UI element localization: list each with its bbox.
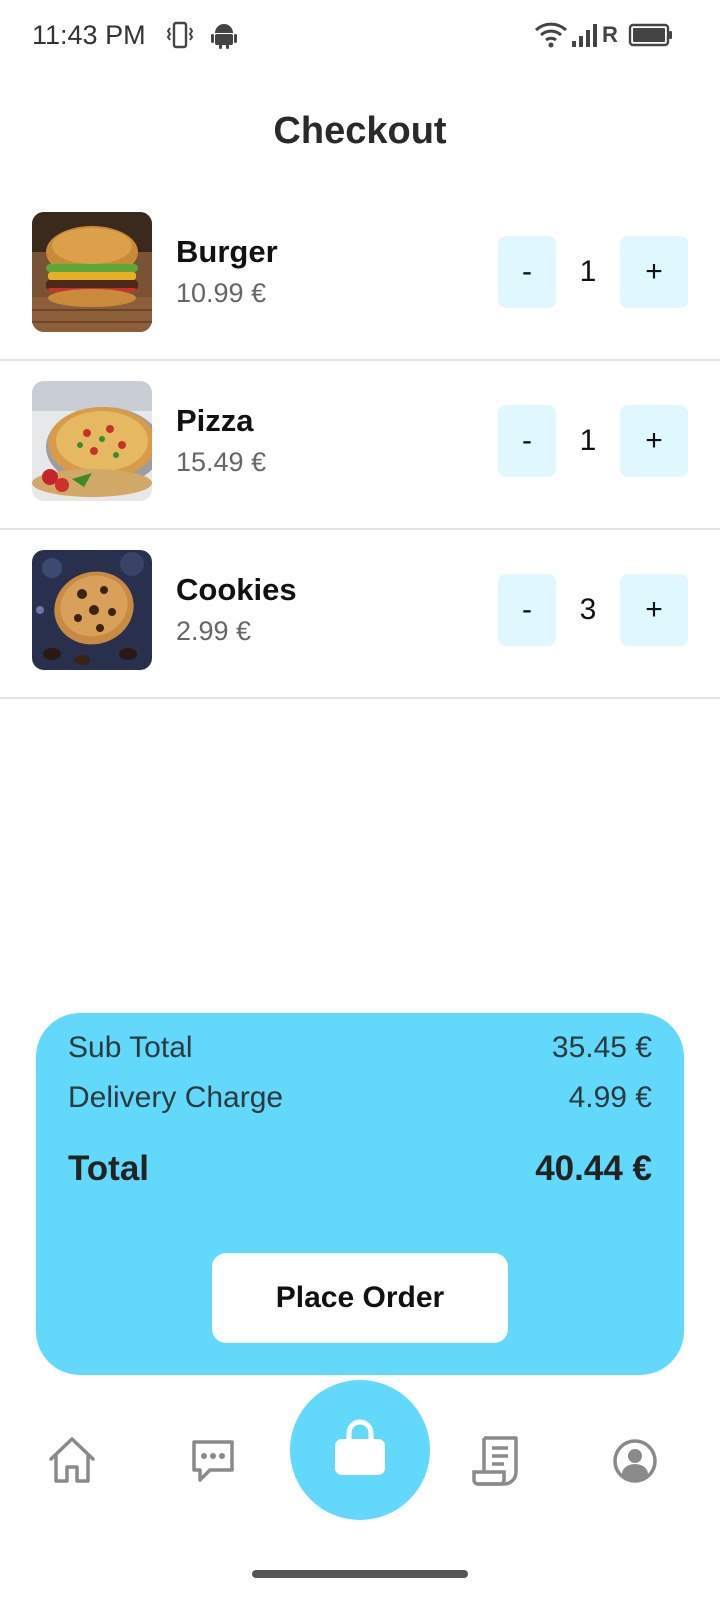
increase-quantity-button[interactable]: + bbox=[620, 574, 688, 646]
home-icon[interactable] bbox=[46, 1434, 98, 1491]
item-name: Pizza bbox=[176, 403, 254, 438]
bottom-navigation bbox=[0, 1380, 720, 1560]
chat-icon[interactable] bbox=[188, 1436, 238, 1491]
cart-item-row: Burger 10.99 € - 1 + bbox=[0, 192, 720, 361]
decrease-quantity-button[interactable]: - bbox=[498, 574, 556, 646]
status-time: 11:43 PM bbox=[32, 20, 146, 50]
status-bar: 11:43 PM R bbox=[0, 0, 720, 72]
subtotal-label: Sub Total bbox=[68, 1031, 193, 1064]
delivery-charge-label: Delivery Charge bbox=[68, 1081, 284, 1114]
cart-item-row: Pizza 15.49 € - 1 + bbox=[0, 361, 720, 530]
android-icon bbox=[210, 20, 238, 55]
home-indicator[interactable] bbox=[252, 1570, 468, 1578]
cart-list: Burger 10.99 € - 1 + Pizza 15.49 € - 1 +… bbox=[0, 192, 720, 699]
cookies-image bbox=[32, 550, 152, 670]
item-price: 2.99 € bbox=[176, 616, 252, 646]
vibrate-icon bbox=[165, 20, 195, 55]
signal-icon bbox=[570, 20, 600, 55]
wifi-icon bbox=[534, 20, 568, 55]
quantity-value: 1 bbox=[579, 424, 597, 457]
cart-item-row: Cookies 2.99 € - 3 + bbox=[0, 530, 720, 699]
decrease-quantity-button[interactable]: - bbox=[498, 405, 556, 477]
total-value: 40.44 € bbox=[535, 1149, 652, 1188]
bag-icon bbox=[332, 1419, 388, 1482]
place-order-button[interactable]: Place Order bbox=[212, 1253, 508, 1343]
item-name: Burger bbox=[176, 234, 278, 269]
item-price: 15.49 € bbox=[176, 447, 267, 477]
order-summary-card: Sub Total 35.45 € Delivery Charge 4.99 €… bbox=[36, 1013, 684, 1375]
decrease-quantity-button[interactable]: - bbox=[498, 236, 556, 308]
quantity-value: 3 bbox=[579, 593, 597, 626]
total-label: Total bbox=[68, 1149, 150, 1188]
cart-nav-button[interactable] bbox=[290, 1380, 430, 1520]
roaming-indicator: R bbox=[602, 22, 618, 47]
burger-image bbox=[32, 212, 152, 332]
battery-icon bbox=[628, 20, 674, 55]
increase-quantity-button[interactable]: + bbox=[620, 405, 688, 477]
pizza-image bbox=[32, 381, 152, 501]
subtotal-value: 35.45 € bbox=[551, 1031, 652, 1064]
quantity-value: 1 bbox=[579, 255, 597, 288]
item-name: Cookies bbox=[176, 572, 297, 607]
delivery-charge-value: 4.99 € bbox=[568, 1081, 652, 1114]
page-title: Checkout bbox=[273, 110, 447, 152]
receipt-icon[interactable] bbox=[470, 1434, 522, 1493]
increase-quantity-button[interactable]: + bbox=[620, 236, 688, 308]
profile-icon[interactable] bbox=[612, 1438, 658, 1489]
item-price: 10.99 € bbox=[176, 278, 267, 308]
